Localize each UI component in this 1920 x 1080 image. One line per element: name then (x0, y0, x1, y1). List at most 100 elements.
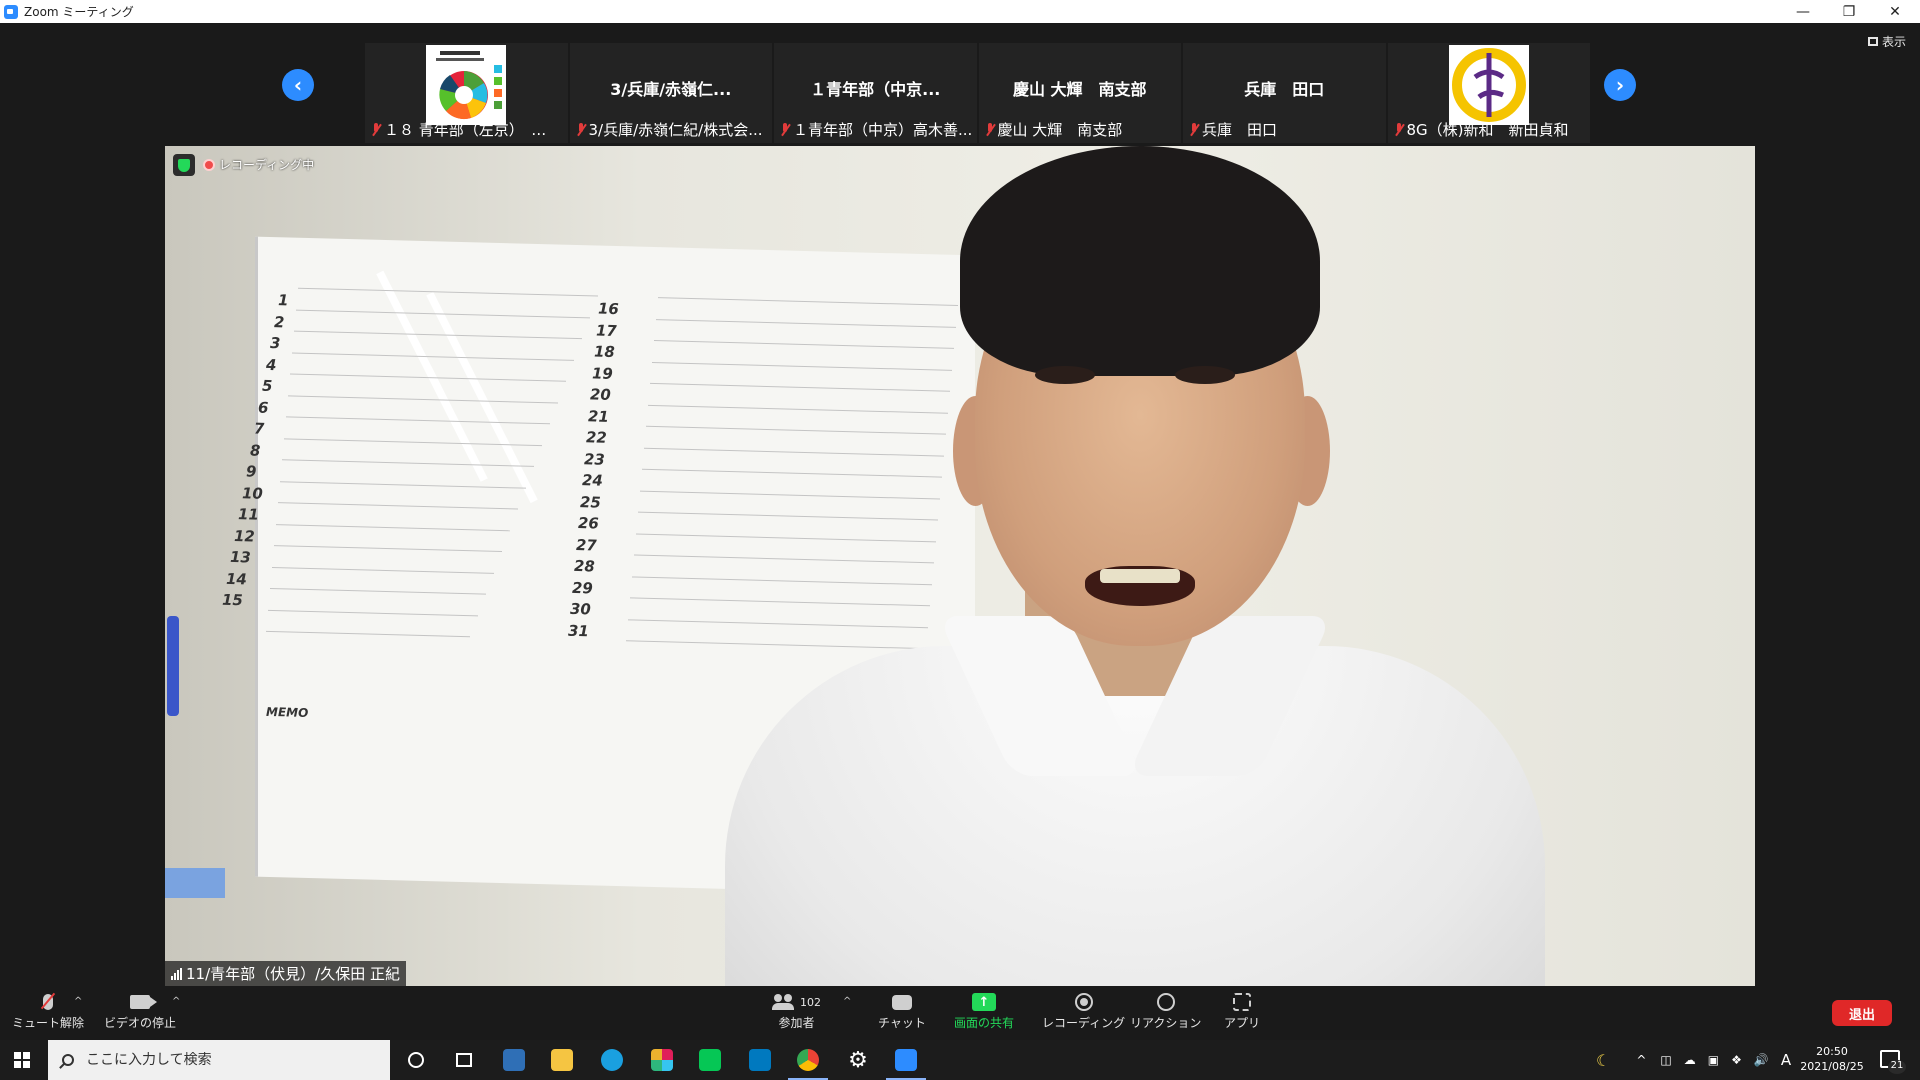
signal-strength-icon (171, 967, 182, 980)
whiteboard-rule-line (274, 545, 502, 553)
recording-dot-icon (203, 158, 215, 171)
whiteboard-day-number: 7 (254, 419, 265, 438)
participant-tile[interactable]: １８ 青年部（左京） … (365, 43, 568, 143)
participant-name-label: １青年部（中京）高木善... (780, 119, 973, 140)
whiteboard-day-number: 12 (234, 526, 255, 546)
active-speaker-video: MEMO 1 2 3 4 5 6 7 8 9 10 11 12 13 14 15 16 17 18 19 20 21 22… (165, 146, 1755, 986)
title-bar: Zoom ミーティング — ❐ ✕ (0, 0, 1920, 23)
participant-strip: １８ 青年部（左京） … 3/兵庫/赤嶺仁... 3/兵庫/赤嶺仁紀/株式会..… (365, 43, 1590, 143)
taskbar-search-input[interactable] (86, 1052, 366, 1068)
recording-indicator[interactable]: レコーディング中 (203, 156, 314, 173)
taskbar-app-explorer[interactable] (548, 1046, 576, 1074)
taskbar-app-line[interactable] (696, 1046, 724, 1074)
participant-tile[interactable]: 兵庫 田口 兵庫 田口 (1183, 43, 1386, 143)
leave-meeting-button[interactable]: 退出 (1832, 1000, 1892, 1026)
slack-icon (651, 1049, 673, 1071)
whiteboard-day-number: 4 (266, 355, 277, 374)
participant-tile[interactable]: 8G（株)新和 新田貞和 (1387, 43, 1590, 143)
taskbar-app-trello[interactable] (746, 1046, 774, 1074)
view-button[interactable]: 表示 (1867, 33, 1906, 50)
windows-start-icon[interactable] (14, 1052, 30, 1068)
whiteboard-day-number: 5 (262, 376, 273, 396)
taskbar-app-zoom[interactable] (886, 1046, 926, 1080)
stop-video-button[interactable]: ビデオの停止 (104, 990, 176, 1031)
onedrive-icon[interactable]: ☁ (1684, 1053, 1696, 1067)
white-shirt (725, 646, 1545, 986)
gear-icon: ⚙ (848, 1047, 868, 1073)
whiteboard-day-number: 3 (270, 333, 281, 353)
whiteboard-rule-line (288, 394, 558, 404)
whiteboard-rule-line (286, 416, 550, 425)
restore-button[interactable]: ❐ (1826, 0, 1872, 23)
previous-page-button[interactable]: ‹ (282, 69, 314, 101)
taskbar-app-chrome[interactable] (788, 1046, 828, 1080)
video-options-caret[interactable]: ^ (172, 996, 180, 1007)
whiteboard-day-number: 21 (588, 406, 609, 426)
taskbar-app-edge[interactable] (598, 1046, 626, 1074)
minimize-button[interactable]: — (1780, 0, 1826, 23)
whiteboard-day-number: 26 (578, 514, 599, 533)
dreamweaver-icon (503, 1049, 525, 1071)
record-button[interactable]: レコーディング (1042, 990, 1125, 1031)
chat-bubble-icon (891, 994, 912, 1010)
volume-icon[interactable]: 🔊 (1754, 1053, 1769, 1067)
taskbar-clock[interactable]: 20:50 2021/08/25 (1800, 1044, 1864, 1074)
whiteboard-rule-line (294, 330, 582, 340)
participant-name-display: 慶山 大輝 南支部 (1012, 80, 1147, 99)
taskbar-app-dreamweaver[interactable] (500, 1046, 528, 1074)
apps-button[interactable]: アプリ (1224, 990, 1260, 1031)
mic-muted-icon (1394, 122, 1404, 137)
whiteboard-day-number: 22 (586, 428, 607, 447)
ime-indicator[interactable]: A (1781, 1051, 1791, 1069)
mic-muted-icon (780, 122, 790, 137)
task-view-icon (456, 1053, 472, 1067)
participants-button[interactable]: 102 参加者 (772, 990, 821, 1031)
whiteboard-day-number: 28 (574, 556, 595, 576)
participants-options-caret[interactable]: ^ (843, 996, 851, 1007)
weather-moon-icon[interactable]: ☾ (1596, 1051, 1610, 1070)
reactions-button[interactable]: リアクション (1130, 990, 1201, 1031)
share-screen-button[interactable]: ↑ 画面の共有 (954, 990, 1014, 1031)
mic-muted-icon (985, 122, 995, 137)
whiteboard-day-number: 17 (596, 321, 617, 340)
next-page-button[interactable]: › (1604, 69, 1636, 101)
participant-avatar-sdgs (426, 45, 507, 125)
dropbox-icon[interactable]: ❖ (1731, 1053, 1742, 1067)
record-icon (1074, 993, 1093, 1011)
system-tray: ☾ ^ ◫ ☁ ▣ ❖ 🔊 A (1596, 1040, 1791, 1080)
chevron-left-icon: ‹ (293, 73, 303, 97)
chat-button[interactable]: チャット (878, 990, 926, 1031)
participant-name-display: １青年部（中京... (810, 80, 941, 99)
close-button[interactable]: ✕ (1872, 0, 1918, 23)
participant-name-label: １８ 青年部（左京） … (371, 119, 564, 140)
task-view-button[interactable] (450, 1046, 478, 1074)
window-title: Zoom ミーティング (24, 5, 134, 19)
taskbar-app-slack[interactable] (648, 1046, 676, 1074)
whiteboard-day-number: 30 (570, 599, 591, 619)
cortana-button[interactable] (402, 1046, 430, 1074)
share-screen-icon: ↑ (972, 993, 996, 1011)
chevron-up-icon[interactable]: ^ (1636, 1053, 1646, 1067)
whiteboard-day-number: 10 (242, 483, 263, 503)
whiteboard-rule-line (270, 587, 486, 595)
participant-name-label: 慶山 大輝 南支部 (985, 119, 1178, 140)
participant-tile[interactable]: 慶山 大輝 南支部 慶山 大輝 南支部 (978, 43, 1181, 143)
eye-left (1035, 366, 1095, 384)
taskbar-app-settings[interactable]: ⚙ (844, 1046, 872, 1074)
chrome-icon (797, 1049, 819, 1071)
whiteboard-rule-line (280, 480, 526, 489)
security-badge[interactable] (173, 154, 195, 176)
network-icon[interactable]: ▣ (1708, 1053, 1719, 1067)
speaker-name-label: 11/青年部（伏見）/久保田 正紀 (165, 961, 406, 986)
hair (960, 146, 1320, 376)
whiteboard-memo-label: MEMO (266, 704, 309, 720)
smiley-icon (1156, 993, 1175, 1011)
audio-options-caret[interactable]: ^ (74, 996, 82, 1007)
participant-tile[interactable]: １青年部（中京... １青年部（中京）高木善... (774, 43, 977, 143)
taskbar-search-box[interactable] (48, 1040, 390, 1080)
marker-pen (167, 616, 179, 716)
participant-name-display: 兵庫 田口 (1244, 80, 1325, 99)
participant-tile[interactable]: 3/兵庫/赤嶺仁... 3/兵庫/赤嶺仁紀/株式会... (569, 43, 772, 143)
whiteboard-rule-line (292, 352, 574, 361)
device-icon[interactable]: ◫ (1660, 1053, 1671, 1067)
